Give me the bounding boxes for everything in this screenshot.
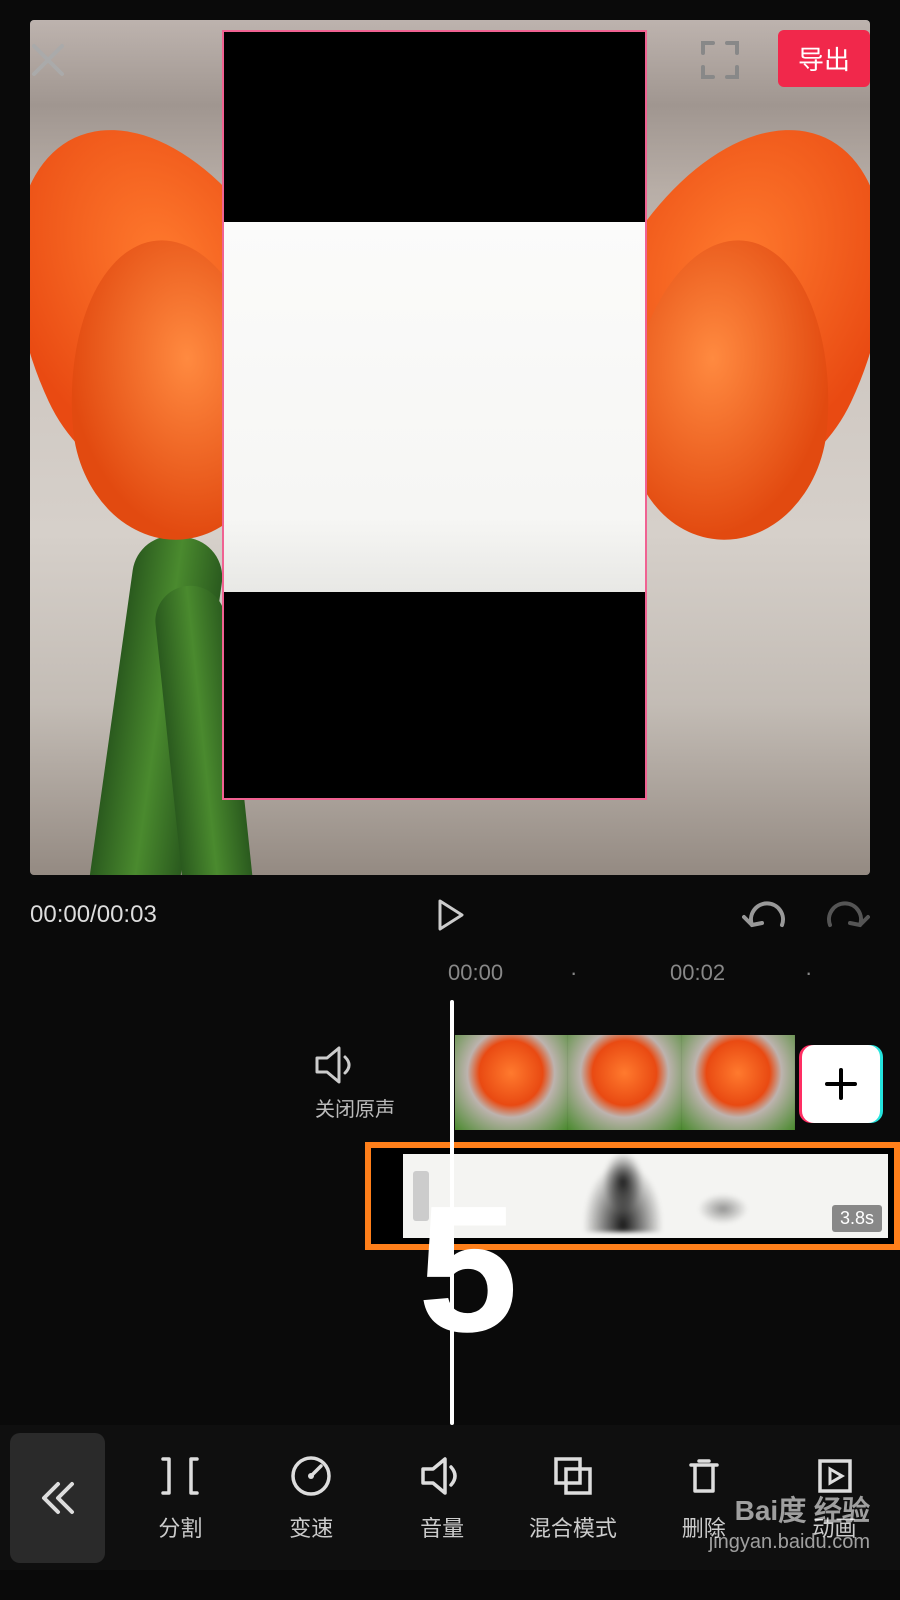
watermark: Bai度 经验 jingyan.baidu.com (709, 1493, 870, 1555)
ruler-mark: 00:02 (670, 960, 725, 986)
tool-blend-mode[interactable]: 混合模式 (507, 1453, 638, 1543)
ruler-mark: 00:00 (448, 960, 503, 986)
top-bar: 导出 (30, 30, 870, 90)
blend-icon (550, 1453, 596, 1499)
mute-label: 关闭原声 (315, 1093, 395, 1122)
video-thumbnail (682, 1035, 795, 1130)
undo-button[interactable] (742, 897, 786, 933)
playback-bar: 00:00/00:03 (30, 875, 870, 955)
speaker-icon (315, 1045, 361, 1085)
picture-in-picture-overlay[interactable] (222, 30, 647, 800)
ruler-dot: · (805, 960, 812, 986)
split-icon (157, 1453, 203, 1499)
overlay-thumbnail (583, 1162, 663, 1232)
mute-original-sound[interactable]: 关闭原声 (315, 1045, 395, 1122)
tool-label: 变速 (289, 1511, 333, 1543)
tool-split[interactable]: 分割 (115, 1453, 246, 1543)
tool-volume[interactable]: 音量 (377, 1453, 508, 1543)
tool-label: 分割 (158, 1511, 202, 1543)
export-button[interactable]: 导出 (778, 30, 870, 87)
volume-icon (419, 1453, 465, 1499)
tutorial-step-number: 5 (418, 1180, 518, 1360)
time-display: 00:00/00:03 (30, 901, 157, 929)
video-thumbnail (455, 1035, 568, 1130)
watermark-brand: Bai度 经验 (709, 1493, 870, 1529)
overlay-content (224, 222, 645, 592)
overlay-thumbnail (698, 1194, 748, 1224)
preview-area[interactable] (30, 20, 870, 875)
undo-redo-group (742, 897, 870, 933)
main-video-track[interactable] (455, 1035, 795, 1130)
play-button[interactable] (432, 897, 468, 933)
tool-label: 混合模式 (529, 1511, 617, 1543)
close-button[interactable] (30, 42, 66, 78)
speed-icon (288, 1453, 334, 1499)
add-clip-button[interactable] (802, 1045, 880, 1123)
trash-icon (681, 1453, 727, 1499)
back-button[interactable] (10, 1433, 105, 1563)
tool-speed[interactable]: 变速 (246, 1453, 377, 1543)
fullscreen-button[interactable] (700, 40, 740, 80)
tool-label: 音量 (420, 1511, 464, 1543)
chevron-left-double-icon (38, 1478, 78, 1518)
video-thumbnail (568, 1035, 681, 1130)
watermark-url: jingyan.baidu.com (709, 1529, 870, 1555)
timeline-ruler[interactable]: 00:00 · 00:02 · (30, 960, 870, 995)
animation-icon (812, 1453, 858, 1499)
clip-duration-badge: 3.8s (832, 1205, 882, 1232)
plus-icon (821, 1064, 861, 1104)
ruler-dot: · (570, 960, 577, 986)
redo-button[interactable] (826, 897, 870, 933)
